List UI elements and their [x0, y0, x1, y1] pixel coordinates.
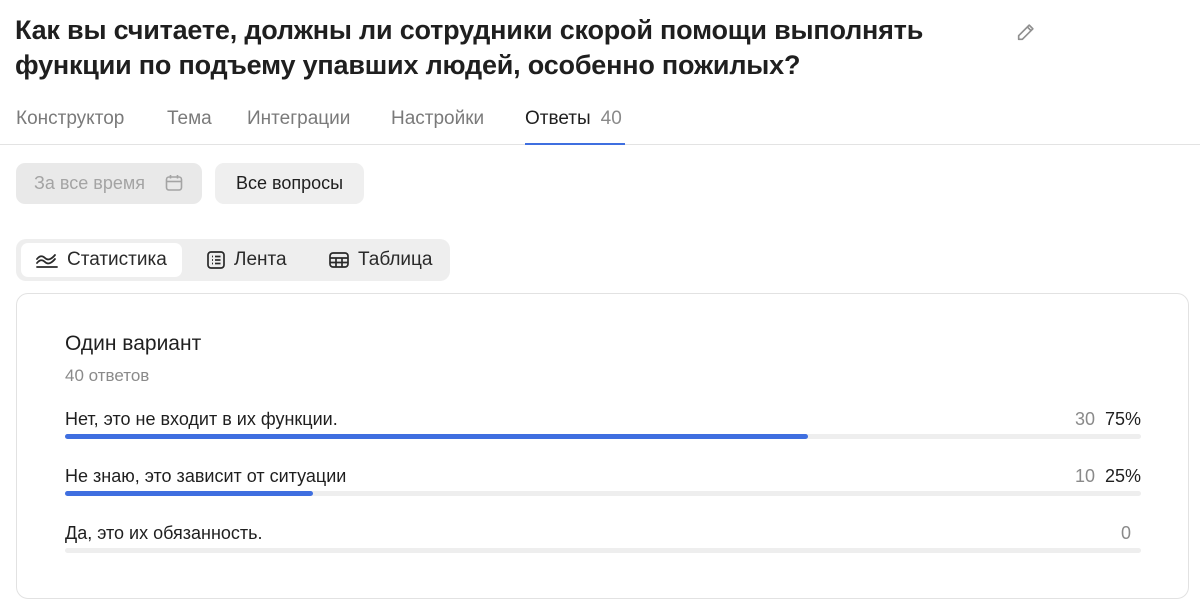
- view-label: Таблица: [358, 249, 433, 270]
- view-feed-button[interactable]: Лента: [206, 243, 306, 277]
- option-count: 10: [1074, 466, 1095, 486]
- option-label: Нет, это не входит в их функции.: [65, 409, 338, 429]
- stats-icon: [36, 254, 58, 268]
- option-count: 30: [1074, 409, 1095, 429]
- tab-theme[interactable]: Тема: [167, 100, 212, 145]
- question-type-title: Один вариант: [65, 332, 202, 355]
- option-label: Не знаю, это зависит от ситуации: [65, 466, 347, 486]
- option-bar-fill: [65, 491, 313, 496]
- page-title: Как вы считаете, должны ли сотрудники ск…: [15, 15, 924, 80]
- view-table-button[interactable]: Таблица: [328, 243, 446, 277]
- tab-answers-count: 40: [600, 108, 622, 129]
- tab-label: Конструктор: [16, 108, 125, 129]
- table-icon: [329, 252, 349, 268]
- tab-constructor[interactable]: Конструктор: [16, 100, 124, 145]
- question-stats-card: Один вариант 40 ответов Нет, это не вход…: [16, 293, 1189, 599]
- view-label: Лента: [234, 249, 287, 270]
- option-bar-track: [65, 548, 1141, 553]
- answer-option-row: Да, это их обязанность. 0: [65, 523, 1141, 563]
- option-percent: 25%: [1104, 466, 1141, 486]
- view-label: Статистика: [67, 249, 167, 270]
- option-stats: 30 75%: [1075, 409, 1141, 430]
- option-stats: 0: [1121, 523, 1141, 544]
- answer-option-row: Нет, это не входит в их функции. 30 75%: [65, 409, 1141, 449]
- edit-pencil-icon[interactable]: [1013, 19, 1039, 45]
- tab-integrations[interactable]: Интеграции: [247, 100, 350, 145]
- date-filter-label: За все время: [34, 173, 145, 193]
- main-tabs: Конструктор Тема Интеграции Настройки От…: [0, 100, 1200, 145]
- option-label: Да, это их обязанность.: [65, 523, 263, 543]
- tab-label: Ответы: [525, 108, 591, 129]
- questions-filter-button[interactable]: Все вопросы: [215, 163, 364, 204]
- questions-filter-label: Все вопросы: [235, 173, 344, 193]
- title-row: Как вы считаете, должны ли сотрудники ск…: [15, 13, 1115, 83]
- tab-label: Тема: [167, 108, 212, 129]
- option-percent: 75%: [1104, 409, 1141, 429]
- view-stats-button[interactable]: Статистика: [21, 243, 182, 277]
- list-icon: [207, 251, 225, 269]
- option-bar-track: [65, 434, 1141, 439]
- tab-answers[interactable]: Ответы 40: [525, 100, 625, 145]
- option-bar-track: [65, 491, 1141, 496]
- answer-option-row: Не знаю, это зависит от ситуации 10 25%: [65, 466, 1141, 506]
- tab-settings[interactable]: Настройки: [391, 100, 484, 145]
- view-switch: Статистика Лента Таблица: [16, 239, 450, 281]
- option-bar-fill: [65, 434, 808, 439]
- option-stats: 10 25%: [1075, 466, 1141, 487]
- tab-label: Интеграции: [247, 108, 351, 129]
- answers-count: 40 ответов: [65, 366, 150, 385]
- date-filter-button[interactable]: За все время: [16, 163, 202, 204]
- calendar-icon: [164, 173, 184, 198]
- tab-label: Настройки: [391, 108, 485, 129]
- page: Как вы считаете, должны ли сотрудники ск…: [0, 0, 1200, 613]
- option-count: 0: [1120, 523, 1131, 543]
